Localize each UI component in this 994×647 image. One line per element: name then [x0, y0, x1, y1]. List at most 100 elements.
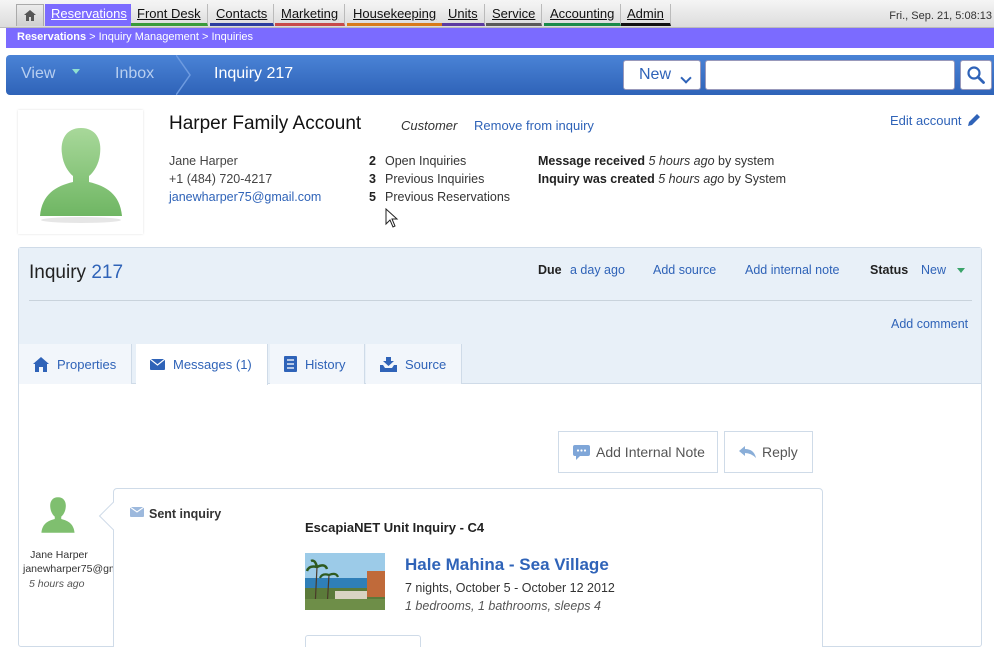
unit-details: 1 bedrooms, 1 bathrooms, sleeps 4 [405, 599, 601, 613]
tab-source[interactable]: Source [366, 344, 462, 384]
new-button[interactable]: New [623, 60, 701, 90]
account-avatar [18, 110, 143, 234]
sender-name: Jane Harper [30, 549, 88, 561]
add-internal-note-button[interactable]: Add Internal Note [558, 431, 718, 473]
inquiry-tabs: Properties Messages (1) History Source [19, 344, 981, 385]
stat-open-inquiries[interactable]: 2 Open Inquiries [369, 152, 510, 170]
inquiry-title-prefix: Inquiry [29, 262, 92, 283]
menu-tab-admin[interactable]: Admin [621, 4, 671, 26]
stat-label: Open Inquiries [385, 154, 467, 168]
stat-previous-inquiries[interactable]: 3 Previous Inquiries [369, 170, 510, 188]
activity-item: Message received 5 hours ago by system [538, 152, 786, 170]
contact-phone: +1 (484) 720-4217 [169, 172, 273, 186]
stat-label: Previous Reservations [385, 190, 511, 204]
activity-time: 5 hours ago [648, 154, 715, 168]
search-input[interactable] [705, 60, 955, 90]
activity-event: Message received [538, 154, 646, 168]
account-type: Customer [401, 118, 458, 133]
search-button[interactable] [960, 60, 992, 90]
inquiry-header: Inquiry 217 Due a day ago Add source Add… [19, 248, 981, 344]
top-menu-bar: Reservations Front Desk Contacts Marketi… [0, 0, 994, 28]
contact-email[interactable]: janewharper75@gmail.com [169, 188, 321, 206]
home-icon [24, 10, 36, 21]
breadcrumb: Reservations > Inquiry Management > Inqu… [6, 28, 994, 48]
tab-label: Messages (1) [173, 357, 252, 372]
header-nav: View Inbox Inquiry 217 New [6, 55, 994, 95]
breadcrumb-arrow-icon [176, 55, 191, 95]
edit-account-label: Edit account [890, 112, 962, 128]
status-dropdown[interactable]: New [921, 263, 946, 277]
menu-tab-units[interactable]: Units [442, 4, 485, 26]
sender-avatar-icon [41, 497, 75, 533]
stat-count: 3 [369, 172, 376, 186]
stat-count: 5 [369, 190, 376, 204]
stat-count: 2 [369, 154, 376, 168]
menu-tab-front-desk[interactable]: Front Desk [131, 4, 208, 26]
page-title: Inquiry 217 [214, 65, 294, 82]
view-menu[interactable]: View [21, 65, 55, 83]
document-list-icon [284, 356, 297, 372]
remove-from-inquiry-link[interactable]: Remove from inquiry [474, 118, 594, 133]
menu-tab-contacts[interactable]: Contacts [210, 4, 275, 26]
add-source-link[interactable]: Add source [653, 263, 716, 277]
button-label: Reply [762, 444, 798, 460]
chevron-down-icon[interactable] [72, 69, 80, 74]
contact-name: Jane Harper [169, 154, 238, 168]
inquiry-title: Inquiry 217 [29, 262, 123, 284]
message-subject: EscapiaNET Unit Inquiry - C4 [305, 520, 485, 535]
inbox-download-icon [380, 356, 397, 372]
menu-tab-service[interactable]: Service [486, 4, 543, 26]
menu-tab-housekeeping[interactable]: Housekeeping [347, 4, 444, 26]
unit-photo[interactable] [305, 553, 385, 610]
house-icon [33, 356, 49, 372]
account-name: Harper Family Account [169, 113, 362, 134]
tab-label: Source [405, 356, 447, 372]
activity-log: Message received 5 hours ago by system I… [538, 152, 786, 188]
inbox-link[interactable]: Inbox [115, 65, 154, 83]
mouse-cursor-icon [385, 208, 399, 228]
search-icon [967, 66, 985, 84]
unit-name-link[interactable]: Hale Mahina - Sea Village [405, 555, 609, 575]
stat-previous-reservations[interactable]: 5 Previous Reservations [369, 188, 510, 206]
message-type-label: Sent inquiry [149, 507, 222, 521]
contact-info: Jane Harper +1 (484) 720-4217 janewharpe… [169, 152, 321, 206]
menu-tab-marketing[interactable]: Marketing [275, 4, 346, 26]
home-button[interactable] [16, 4, 44, 26]
new-button-label: New [639, 66, 672, 83]
clock: Fri., Sep. 21, 5:08:13 [889, 10, 992, 22]
chevron-down-icon[interactable] [957, 268, 965, 273]
tab-history[interactable]: History [270, 344, 365, 384]
stay-dates: 7 nights, October 5 - October 12 2012 [405, 581, 615, 595]
envelope-icon [150, 359, 165, 370]
activity-item: Inquiry was created 5 hours ago by Syste… [538, 170, 786, 188]
tab-label: Properties [57, 356, 117, 372]
tab-properties[interactable]: Properties [19, 344, 132, 384]
stat-label: Previous Inquiries [385, 172, 485, 186]
message-card: Sent inquiry EscapiaNET Unit Inquiry - C… [113, 488, 823, 647]
details-button[interactable] [305, 635, 421, 647]
message-time: 5 hours ago [29, 578, 85, 590]
chevron-down-icon [680, 72, 692, 84]
pencil-icon [967, 114, 980, 126]
divider [29, 300, 972, 301]
add-comment-link[interactable]: Add comment [891, 317, 968, 331]
tab-messages[interactable]: Messages (1) [136, 344, 268, 385]
person-silhouette-icon [39, 128, 122, 223]
breadcrumb-path[interactable]: > Inquiry Management > Inquiries [86, 31, 253, 43]
inquiry-number: 217 [91, 262, 124, 283]
menu-tab-reservations[interactable]: Reservations [45, 4, 134, 26]
reply-button[interactable]: Reply [724, 431, 813, 473]
activity-by: by system [714, 154, 775, 168]
speech-bubble-icon [573, 444, 590, 460]
menu-tab-accounting[interactable]: Accounting [544, 4, 622, 26]
inquiry-panel: Inquiry 217 Due a day ago Add source Add… [18, 247, 982, 647]
activity-time: 5 hours ago [658, 172, 725, 186]
edit-account-link[interactable]: Edit account [890, 112, 982, 128]
due-value[interactable]: a day ago [570, 263, 625, 277]
due-label: Due [538, 263, 562, 277]
account-stats: 2 Open Inquiries 3 Previous Inquiries 5 Pre… [369, 152, 510, 206]
add-internal-note-link[interactable]: Add internal note [745, 263, 840, 277]
activity-by: by System [724, 172, 787, 186]
breadcrumb-root[interactable]: Reservations [17, 31, 86, 43]
activity-event: Inquiry was created [538, 172, 655, 186]
